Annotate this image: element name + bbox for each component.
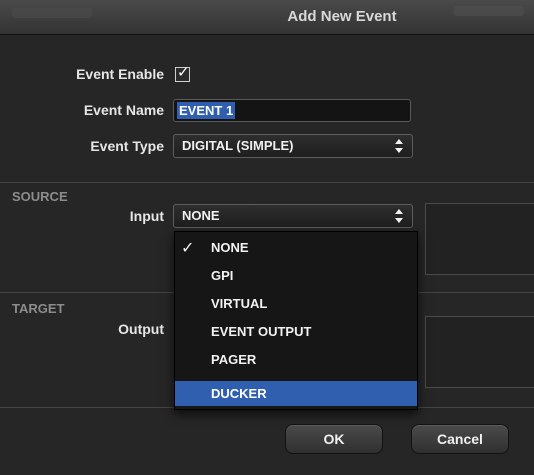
- menu-item-virtual[interactable]: VIRTUAL: [175, 291, 417, 316]
- source-preview-box: [425, 203, 534, 275]
- menu-item-gpi[interactable]: GPI: [175, 263, 417, 288]
- event-name-value: EVENT 1: [177, 102, 236, 119]
- event-enable-label: Event Enable: [76, 66, 164, 82]
- event-type-label: Event Type: [90, 138, 164, 154]
- menu-item-label: PAGER: [211, 352, 257, 367]
- target-section-title: TARGET: [12, 301, 65, 316]
- background-window-title-right: [454, 6, 524, 16]
- menu-item-pager[interactable]: PAGER: [175, 347, 417, 372]
- event-type-select[interactable]: DIGITAL (SIMPLE): [173, 134, 413, 158]
- target-preview-box: [425, 316, 534, 388]
- input-dropdown-menu: ✓ NONE GPI VIRTUAL EVENT OUTPUT PAGER DU…: [174, 231, 418, 410]
- menu-item-none[interactable]: ✓ NONE: [175, 235, 417, 260]
- menu-item-label: NONE: [211, 240, 249, 255]
- title-bar[interactable]: Add New Event: [0, 0, 534, 35]
- menu-item-event-output[interactable]: EVENT OUTPUT: [175, 319, 417, 344]
- checkmark-icon: ✓: [181, 238, 195, 257]
- menu-item-label: GPI: [211, 268, 234, 283]
- updown-arrows-icon: [395, 139, 403, 153]
- add-new-event-dialog: Add New Event Event Enable ✓ Event Name …: [0, 0, 534, 475]
- input-select[interactable]: NONE: [173, 204, 413, 228]
- event-type-value: DIGITAL (SIMPLE): [182, 138, 294, 153]
- ok-button[interactable]: OK: [285, 424, 383, 454]
- input-label: Input: [129, 208, 164, 224]
- output-label: Output: [118, 321, 164, 337]
- checkbox-checked-icon: ✓: [177, 63, 190, 81]
- menu-item-label: DUCKER: [211, 386, 267, 401]
- dialog-title: Add New Event: [287, 8, 397, 25]
- cancel-button[interactable]: Cancel: [411, 424, 509, 454]
- menu-item-label: EVENT OUTPUT: [211, 324, 312, 339]
- event-enable-checkbox[interactable]: ✓: [175, 63, 190, 82]
- menu-item-ducker[interactable]: DUCKER: [175, 381, 417, 406]
- menu-item-label: VIRTUAL: [211, 296, 268, 311]
- event-name-label: Event Name: [83, 102, 164, 118]
- updown-arrows-icon: [395, 209, 403, 223]
- event-name-input[interactable]: EVENT 1: [173, 99, 411, 122]
- input-select-value: NONE: [182, 208, 220, 223]
- source-section-title: SOURCE: [12, 189, 68, 204]
